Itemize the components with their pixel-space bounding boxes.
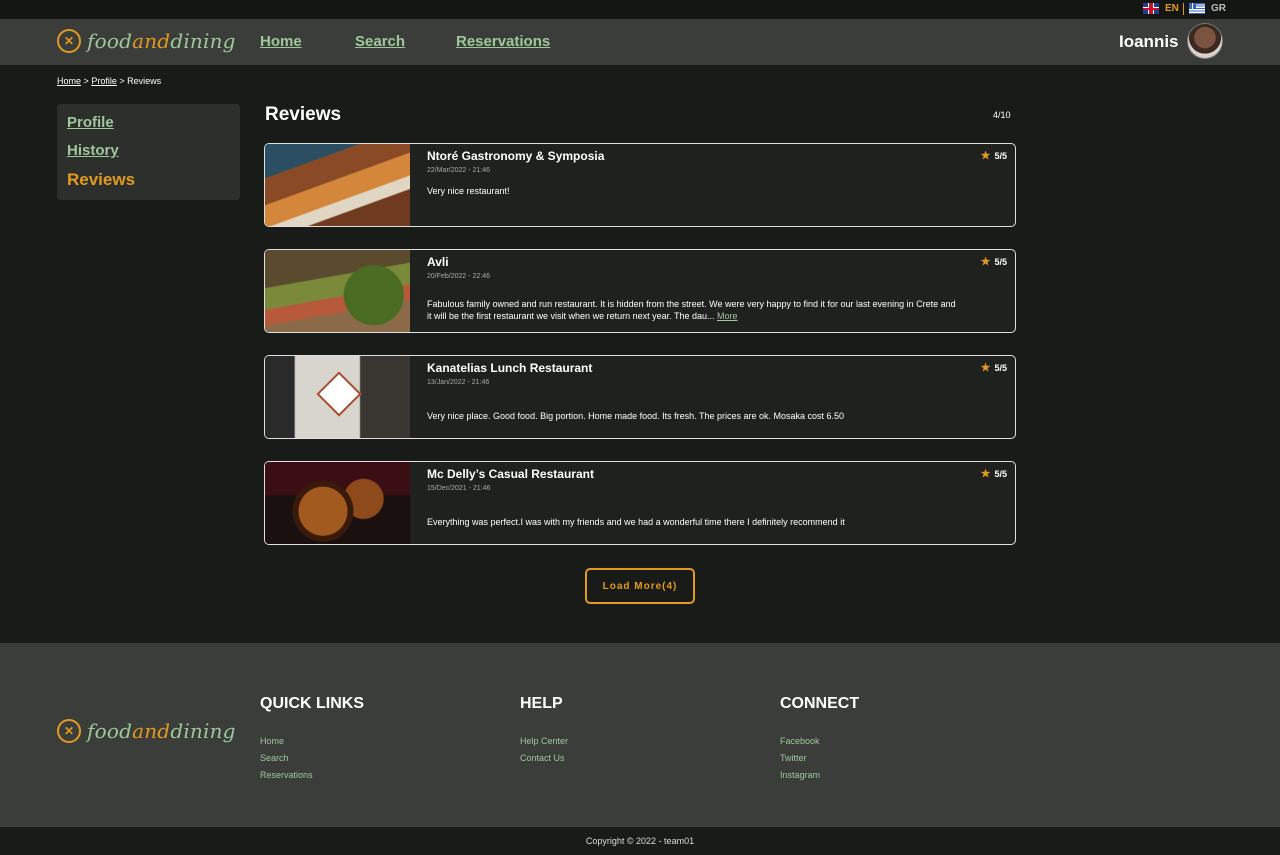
review-text: Everything was perfect.I was with my fri… [427,517,845,527]
rating: ★ 5/5 [980,150,1007,162]
restaurant-photo [265,356,410,438]
restaurant-name[interactable]: Kanatelias Lunch Restaurant [427,361,592,375]
restaurant-photo [265,250,410,332]
nav-home-link[interactable]: Home [260,33,302,50]
footer: ✕ foodanddining QUICK LINKS Home Search … [0,643,1280,827]
footer-link-search[interactable]: Search [260,753,289,763]
load-more-button[interactable]: Load More(4) [585,568,695,604]
language-gr-label: GR [1211,3,1226,14]
header: ✕ foodanddining Home Search Reservations… [0,19,1280,65]
star-icon: ★ [980,468,991,480]
nav-search-link[interactable]: Search [355,33,405,50]
copyright: Copyright © 2022 - team01 [0,827,1280,855]
language-en[interactable]: EN [1143,3,1179,14]
language-separator [1183,3,1184,15]
footer-link-instagram[interactable]: Instagram [780,770,820,780]
page-title: Reviews [265,104,342,125]
review-card[interactable]: Kanatelias Lunch Restaurant 13/Jan/2022 … [264,355,1016,439]
star-icon: ★ [980,150,991,162]
fork-knife-icon: ✕ [57,719,81,743]
review-date: 22/Mar/2022 - 21:46 [427,167,491,174]
footer-link-twitter[interactable]: Twitter [780,753,807,763]
greece-flag-icon [1189,3,1205,14]
footer-quick-links-heading: QUICK LINKS [260,695,364,712]
restaurant-name[interactable]: Avli [427,255,449,269]
footer-brand-logo[interactable]: ✕ foodanddining [57,719,236,743]
breadcrumb: Home > Profile > Reviews [57,76,161,86]
footer-link-reservations[interactable]: Reservations [260,770,313,780]
breadcrumb-profile-link[interactable]: Profile [91,76,117,86]
breadcrumb-current: Reviews [127,76,162,86]
review-card[interactable]: Ntoré Gastronomy & Symposia 22/Mar/2022 … [264,143,1016,227]
review-card[interactable]: Avli 20/Feb/2022 - 22:46 Fabulous family… [264,249,1016,333]
more-link[interactable]: More [717,311,738,321]
avatar[interactable] [1187,23,1223,59]
restaurant-name[interactable]: Ntoré Gastronomy & Symposia [427,149,604,163]
sidebar-item-profile[interactable]: Profile [67,114,114,131]
review-date: 20/Feb/2022 - 22:46 [427,273,491,280]
uk-flag-icon [1143,3,1159,14]
nav-reservations-link[interactable]: Reservations [456,33,550,50]
restaurant-photo [265,462,410,544]
language-gr[interactable]: GR [1189,3,1226,14]
footer-link-facebook[interactable]: Facebook [780,736,820,746]
brand-name: foodanddining [87,719,236,743]
rating: ★ 5/5 [980,468,1007,480]
language-en-label: EN [1165,3,1179,14]
sidebar-item-history[interactable]: History [67,142,119,159]
breadcrumb-home-link[interactable]: Home [57,76,81,86]
star-icon: ★ [980,362,991,374]
restaurant-photo [265,144,410,226]
review-text: Fabulous family owned and run restaurant… [427,299,956,321]
sidebar-item-reviews[interactable]: Reviews [67,170,135,190]
footer-help-heading: HELP [520,695,563,712]
rating: ★ 5/5 [980,256,1007,268]
review-date: 15/Dec/2021 - 21:46 [427,485,491,492]
review-card[interactable]: Mc Delly’s Casual Restaurant 15/Dec/2021… [264,461,1016,545]
footer-link-home[interactable]: Home [260,736,284,746]
star-icon: ★ [980,256,991,268]
footer-connect-heading: CONNECT [780,695,860,712]
review-counter: 4/10 [993,110,1011,120]
breadcrumb-separator: > [83,76,89,86]
user-name[interactable]: Ioannis [1119,32,1179,52]
review-date: 13/Jan/2022 - 21:46 [427,379,490,386]
language-bar: EN GR [0,0,1280,19]
breadcrumb-separator: > [119,76,125,86]
footer-link-help-center[interactable]: Help Center [520,736,568,746]
brand-logo[interactable]: ✕ foodanddining [57,29,236,53]
review-text: Very nice restaurant! [427,186,510,196]
brand-name: foodanddining [87,29,236,53]
review-text: Very nice place. Good food. Big portion.… [427,411,845,421]
profile-sidebar: Profile History Reviews [57,104,240,200]
fork-knife-icon: ✕ [57,29,81,53]
restaurant-name[interactable]: Mc Delly’s Casual Restaurant [427,467,594,481]
footer-link-contact-us[interactable]: Contact Us [520,753,565,763]
rating: ★ 5/5 [980,362,1007,374]
